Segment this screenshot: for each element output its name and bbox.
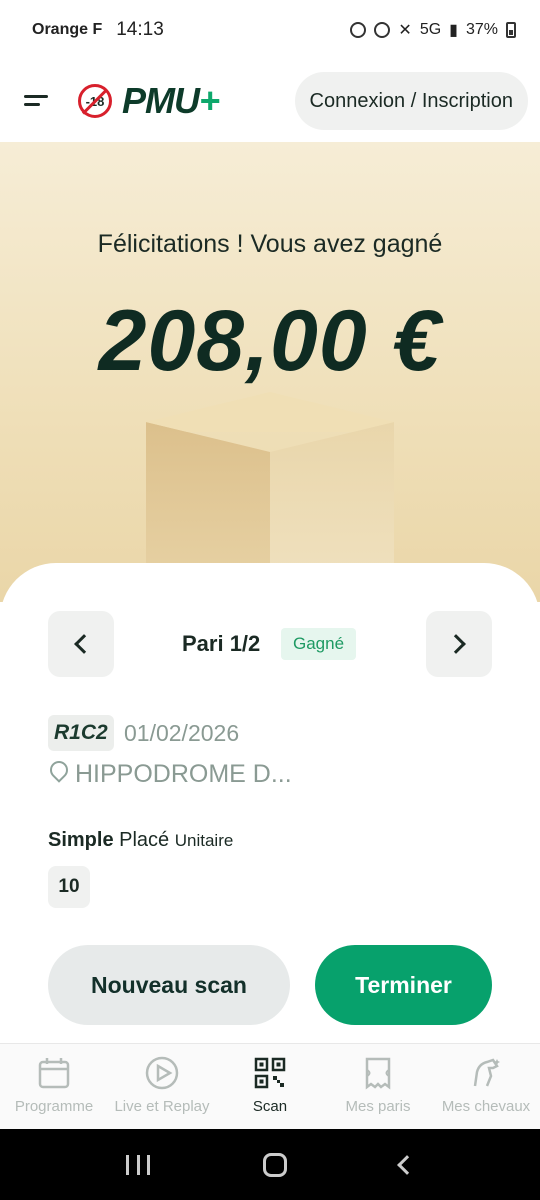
carrier-name: Orange F xyxy=(32,21,103,38)
chevron-right-icon xyxy=(446,634,466,654)
nav-label-live-replay: Live et Replay xyxy=(114,1098,210,1115)
alarm-icon xyxy=(350,22,367,38)
nav-item-scan[interactable]: Scan xyxy=(216,1044,324,1129)
venue-name: HIPPODROME D... xyxy=(75,760,292,788)
race-date: 01/02/2026 xyxy=(124,720,240,746)
signal-icon: ▮ xyxy=(449,22,458,39)
previous-bet-button[interactable] xyxy=(48,611,114,677)
menu-icon[interactable] xyxy=(24,91,50,111)
back-icon[interactable] xyxy=(396,1154,417,1175)
nav-item-live-replay[interactable]: Live et Replay xyxy=(108,1044,216,1129)
age-restriction-icon: -18 xyxy=(78,84,112,118)
battery-level: 37% xyxy=(465,21,498,38)
login-button[interactable]: Connexion / Inscription xyxy=(294,72,528,130)
nav-item-programme[interactable]: Programme xyxy=(0,1044,108,1129)
win-hero: Félicitations ! Vous avez gagné 208,00 € xyxy=(0,142,540,602)
logo-text: PMU xyxy=(122,80,200,121)
horse-number: 10 xyxy=(48,866,90,908)
pmu-logo[interactable]: PMU+ xyxy=(122,80,220,122)
home-icon[interactable] xyxy=(262,1152,287,1177)
status-badge: Gagné xyxy=(281,628,357,660)
network-icon: 5G xyxy=(419,21,442,38)
logo-plus: + xyxy=(199,80,220,121)
bottom-navigation: Programme Live et Replay Scan Mes paris … xyxy=(0,1043,540,1129)
nav-label-mes-paris: Mes paris xyxy=(345,1098,411,1115)
next-bet-button[interactable] xyxy=(426,611,492,677)
status-bar: Orange F 14:13 ✕ 5G ▮ 37% xyxy=(0,0,540,60)
nav-item-mes-paris[interactable]: Mes paris xyxy=(324,1044,432,1129)
bet-card: Pari 1/2 Gagné R1C2 01/02/2026 HIPPODROM… xyxy=(0,563,540,1043)
age-label: -18 xyxy=(85,93,105,109)
race-code: R1C2 xyxy=(48,715,114,751)
clock: 14:13 xyxy=(116,19,164,40)
nav-item-mes-chevaux[interactable]: Mes chevaux xyxy=(432,1044,540,1129)
horse-icon xyxy=(473,1058,500,1087)
win-amount: 208,00 € xyxy=(98,293,442,389)
play-icon xyxy=(145,1056,179,1090)
congrats-message: Félicitations ! Vous avez gagné xyxy=(97,230,443,258)
calendar-icon xyxy=(38,1058,70,1089)
bet-title: Pari 1/2 xyxy=(182,631,261,656)
location-pin-icon xyxy=(46,757,72,783)
bet-type-unit: Unitaire xyxy=(174,831,234,850)
bet-type: Simple Placé Unitaire xyxy=(48,829,233,852)
finish-button[interactable]: Terminer xyxy=(315,945,492,1025)
nav-label-scan: Scan xyxy=(252,1098,288,1115)
mute-icon: ✕ xyxy=(398,22,412,39)
bet-type-bold: Simple xyxy=(48,829,114,851)
bet-type-name: Placé xyxy=(119,829,170,851)
battery-icon xyxy=(506,22,516,38)
ticket-icon xyxy=(365,1057,391,1090)
status-icons: ✕ 5G ▮ 37% xyxy=(350,20,516,40)
app-header: -18 PMU+ Connexion / Inscription xyxy=(0,60,540,142)
clock-icon xyxy=(374,22,391,38)
nav-label-programme: Programme xyxy=(14,1098,94,1115)
gift-box-illustration xyxy=(146,392,394,572)
nav-label-mes-chevaux: Mes chevaux xyxy=(441,1098,531,1115)
system-navigation-bar xyxy=(0,1129,540,1200)
qr-code-icon xyxy=(254,1057,286,1089)
new-scan-button[interactable]: Nouveau scan xyxy=(48,945,290,1025)
chevron-left-icon xyxy=(74,634,94,654)
recents-icon[interactable] xyxy=(126,1154,151,1175)
